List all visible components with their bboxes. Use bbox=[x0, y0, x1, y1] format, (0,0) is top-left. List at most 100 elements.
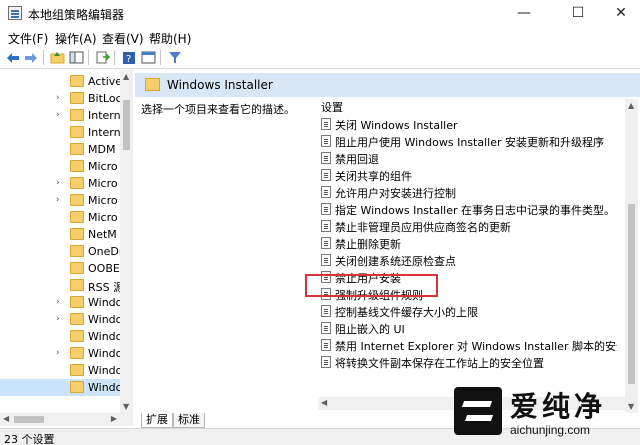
help-icon[interactable]: ? bbox=[120, 49, 137, 66]
title-bar: 本地组策略编辑器 — ☐ ✕ bbox=[0, 0, 640, 27]
tree-item-label: Micro bbox=[88, 160, 118, 173]
menu-file[interactable]: 文件(F) bbox=[8, 30, 48, 47]
tab-standard[interactable]: 标准 bbox=[173, 413, 205, 428]
tree-item[interactable]: Active bbox=[0, 73, 120, 90]
setting-row[interactable]: 禁止非管理员应用供应商签名的更新 bbox=[319, 218, 617, 235]
setting-row[interactable]: 指定 Windows Installer 在事务日志中记录的事件类型。 bbox=[319, 201, 617, 218]
tree-item[interactable]: Intern bbox=[0, 124, 120, 141]
chevron-right-icon[interactable]: › bbox=[56, 110, 60, 120]
forward-arrow-icon[interactable] bbox=[22, 49, 39, 66]
scroll-up-arrow-icon[interactable]: ▲ bbox=[628, 101, 634, 110]
settings-column-header[interactable]: 设置 bbox=[321, 99, 343, 115]
setting-row[interactable]: 关闭共享的组件 bbox=[319, 167, 617, 184]
tree-item[interactable]: Micro bbox=[0, 209, 120, 226]
chevron-right-icon[interactable]: › bbox=[56, 348, 60, 358]
show-hide-tree-icon[interactable] bbox=[68, 49, 85, 66]
tree-item[interactable]: NetM bbox=[0, 226, 120, 243]
chevron-right-icon[interactable]: › bbox=[56, 314, 60, 324]
maximize-button[interactable]: ☐ bbox=[555, 0, 601, 27]
setting-row[interactable]: 允许用户对安装进行控制 bbox=[319, 184, 617, 201]
tree-item-label: Windo bbox=[88, 347, 120, 360]
minimize-button[interactable]: — bbox=[501, 0, 547, 27]
setting-row[interactable]: 关闭 Windows Installer bbox=[319, 116, 617, 133]
tree-item[interactable]: OneDr bbox=[0, 243, 120, 260]
policy-setting-icon bbox=[321, 305, 331, 317]
menu-help[interactable]: 帮助(H) bbox=[149, 30, 191, 47]
tree-item[interactable]: MDM bbox=[0, 141, 120, 158]
tree-item-label: Micro bbox=[88, 177, 118, 190]
toolbar-separator bbox=[114, 50, 115, 65]
chevron-right-icon[interactable]: › bbox=[56, 297, 60, 307]
tree-item[interactable]: › Micro bbox=[0, 175, 120, 192]
folder-up-icon[interactable] bbox=[49, 49, 66, 66]
tree-item[interactable]: Windo bbox=[0, 362, 120, 379]
setting-label: 指定 Windows Installer 在事务日志中记录的事件类型。 bbox=[335, 204, 615, 217]
chevron-right-icon[interactable]: › bbox=[56, 195, 60, 205]
tree-horizontal-scrollbar[interactable]: ◀ ▶ bbox=[0, 413, 133, 426]
watermark-url: aichunjing.com bbox=[510, 423, 591, 437]
setting-row[interactable]: 关闭创建系统还原检查点 bbox=[319, 252, 617, 269]
tree-pane[interactable]: Active › BitLoc › Intern Intern MDM Micro › Micro… bbox=[0, 70, 133, 413]
tree-item-label: Active bbox=[88, 75, 120, 88]
close-button[interactable]: ✕ bbox=[598, 0, 640, 27]
tree-item-label: Intern bbox=[88, 109, 120, 122]
tree-item[interactable]: › Windo bbox=[0, 311, 120, 328]
folder-icon bbox=[70, 262, 84, 274]
tree-vertical-scrollbar[interactable]: ▲ ▼ bbox=[120, 70, 133, 413]
tree-item[interactable]: Windo bbox=[0, 379, 120, 396]
scroll-right-arrow-icon[interactable]: ▶ bbox=[111, 414, 117, 423]
content-pane: Windows Installer 选择一个项目来查看它的描述。 设置 关闭 W… bbox=[135, 70, 640, 413]
properties-icon[interactable] bbox=[140, 49, 157, 66]
tree-item[interactable]: Windo bbox=[0, 328, 120, 345]
folder-icon bbox=[70, 330, 84, 342]
tab-extended[interactable]: 扩展 bbox=[141, 413, 173, 428]
scroll-up-arrow-icon[interactable]: ▲ bbox=[123, 72, 129, 81]
chevron-right-icon[interactable]: › bbox=[56, 93, 60, 103]
group-policy-app-icon bbox=[8, 6, 22, 20]
chevron-right-icon[interactable]: › bbox=[56, 178, 60, 188]
setting-row[interactable]: 禁用回退 bbox=[319, 150, 617, 167]
watermark-logo-icon bbox=[454, 387, 502, 435]
toolbar-separator bbox=[43, 50, 44, 65]
setting-row[interactable]: 禁用 Internet Explorer 对 Windows Installer… bbox=[319, 337, 617, 354]
setting-label: 阻止嵌入的 UI bbox=[335, 323, 405, 336]
setting-row[interactable]: 控制基线文件缓存大小的上限 bbox=[319, 303, 617, 320]
setting-label: 允许用户对安装进行控制 bbox=[335, 187, 456, 200]
tree-item[interactable]: RSS 源 bbox=[0, 277, 120, 294]
scroll-thumb[interactable] bbox=[628, 204, 635, 384]
tree-item[interactable]: › Windo bbox=[0, 345, 120, 362]
tree-item[interactable]: › BitLoc bbox=[0, 90, 120, 107]
back-arrow-icon[interactable] bbox=[4, 49, 21, 66]
policy-setting-icon bbox=[321, 186, 331, 198]
setting-row[interactable]: 阻止用户使用 Windows Installer 安装更新和升级程序 bbox=[319, 133, 617, 150]
policy-setting-icon bbox=[321, 203, 331, 215]
setting-row[interactable]: 将转换文件副本保存在工作站上的安全位置 bbox=[319, 354, 617, 371]
tree-item[interactable]: OOBE bbox=[0, 260, 120, 277]
folder-icon bbox=[70, 296, 84, 308]
setting-row[interactable]: 阻止嵌入的 UI bbox=[319, 320, 617, 337]
settings-vertical-scrollbar[interactable]: ▲ ▼ bbox=[625, 99, 638, 413]
scroll-left-arrow-icon[interactable]: ◀ bbox=[3, 414, 9, 423]
toolbar: ? bbox=[0, 47, 640, 69]
scroll-thumb[interactable] bbox=[123, 100, 130, 150]
highlight-annotation-box bbox=[305, 274, 438, 297]
setting-label: 阻止用户使用 Windows Installer 安装更新和升级程序 bbox=[335, 136, 604, 149]
folder-icon bbox=[70, 347, 84, 359]
tree-item[interactable]: Micro bbox=[0, 158, 120, 175]
menu-view[interactable]: 查看(V) bbox=[102, 30, 144, 47]
tree-item[interactable]: › Intern bbox=[0, 107, 120, 124]
tree-item-label: Windo bbox=[88, 364, 120, 377]
filter-icon[interactable] bbox=[166, 49, 183, 66]
setting-row[interactable]: 禁止删除更新 bbox=[319, 235, 617, 252]
scroll-thumb[interactable] bbox=[14, 416, 44, 423]
tree-item[interactable]: › Windo bbox=[0, 294, 120, 311]
setting-label: 将转换文件副本保存在工作站上的安全位置 bbox=[335, 357, 544, 370]
content-header: Windows Installer bbox=[135, 73, 640, 97]
export-list-icon[interactable] bbox=[94, 49, 111, 66]
scroll-down-arrow-icon[interactable]: ▼ bbox=[123, 402, 129, 411]
toolbar-separator bbox=[160, 50, 161, 65]
tree-item[interactable]: › Micro bbox=[0, 192, 120, 209]
folder-icon bbox=[70, 194, 84, 206]
scroll-left-arrow-icon[interactable]: ◀ bbox=[321, 398, 327, 407]
menu-action[interactable]: 操作(A) bbox=[55, 30, 97, 47]
